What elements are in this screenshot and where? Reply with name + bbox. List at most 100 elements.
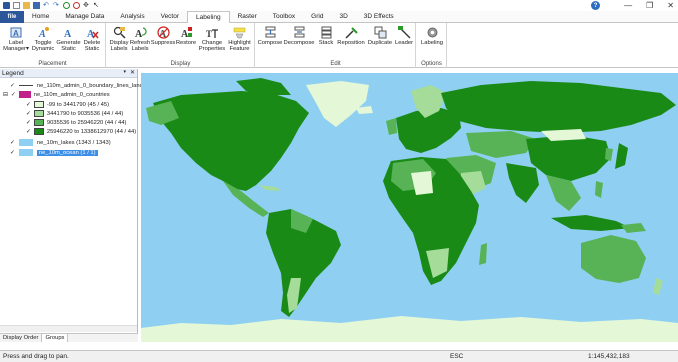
options-group: Labeling Options (417, 23, 447, 68)
restore-button-ribbon[interactable]: A Restore (175, 25, 197, 46)
layer-visible-icon[interactable]: ✓ (10, 83, 15, 89)
edit-group-label: Edit (330, 61, 341, 67)
undo-icon[interactable]: ↶ (43, 2, 50, 9)
world-map[interactable] (141, 73, 678, 342)
display-labels-button[interactable]: Display Labels (108, 25, 130, 53)
layer-row[interactable]: ✓ ne_10m_lakes (1343 / 1343) (10, 138, 111, 147)
legend-panel: Legend ▾ ✕ ✓ ne_110m_admin_0_boundary_li… (0, 69, 146, 342)
refresh-labels-button[interactable]: A Refresh Labels (129, 25, 151, 53)
decompose-button[interactable]: Decompose (283, 25, 315, 46)
class-row[interactable]: ✓ 25946220 to 1338612970 (44 / 44) (26, 127, 136, 136)
compose-button[interactable]: Compose (256, 25, 284, 46)
zoom-out-icon[interactable] (73, 2, 80, 9)
tab-groups[interactable]: Groups (42, 334, 69, 342)
class-swatch (33, 101, 44, 108)
class-visible-icon[interactable]: ✓ (26, 111, 31, 117)
change-properties-button[interactable]: T Change Properties (198, 25, 226, 53)
display-group-label: Display (170, 61, 191, 67)
file-menu-button[interactable]: file (0, 11, 24, 23)
generate-static-label-2: Static (61, 46, 76, 53)
class-row[interactable]: ✓ 3441790 to 9035536 (44 / 44) (26, 109, 123, 118)
tab-home[interactable]: Home (24, 11, 57, 22)
toggle-dynamic-icon: A (36, 25, 51, 39)
class-visible-icon[interactable]: ✓ (26, 120, 31, 126)
tab-display-order[interactable]: Display Order (0, 334, 43, 342)
layer-visible-icon[interactable]: ✓ (10, 150, 15, 156)
status-scale[interactable]: 1:145,432,183 (588, 353, 630, 360)
layer-visible-icon[interactable]: ✓ (10, 140, 15, 146)
leader-icon (397, 25, 412, 39)
tab-manage-data[interactable]: Manage Data (57, 11, 112, 22)
tab-grid[interactable]: Grid (303, 11, 331, 22)
class-visible-icon[interactable]: ✓ (26, 102, 31, 108)
tab-vector[interactable]: Vector (153, 11, 187, 22)
close-button[interactable]: ✕ (667, 1, 674, 10)
duplicate-button[interactable]: Duplicate (366, 25, 394, 46)
class-visible-icon[interactable]: ✓ (26, 129, 31, 135)
new-icon[interactable] (13, 2, 20, 9)
leader-button[interactable]: Leader (393, 25, 415, 46)
tab-raster[interactable]: Raster (230, 11, 265, 22)
edit-group: Compose Decompose Stack Reposition Dupli… (256, 23, 416, 68)
open-icon[interactable] (23, 2, 30, 9)
highlight-feature-button[interactable]: Highlight Feature (226, 25, 253, 53)
tab-3d-effects[interactable]: 3D Effects (356, 11, 402, 22)
restore-label-1: Restore (175, 40, 197, 46)
layer-row[interactable]: ✓ ne_10m_ocean (1 / 1) (10, 148, 98, 157)
svg-text:A: A (64, 29, 72, 39)
legend-close-icon[interactable]: ✕ (130, 69, 135, 76)
layer-row[interactable]: ⊟ ✓ ne_110m_admin_0_countries (3, 90, 110, 99)
display-group: Display Labels A Refresh Labels A Suppre… (107, 23, 255, 68)
pan-icon[interactable]: ✥ (83, 2, 90, 9)
tab-analysis[interactable]: Analysis (112, 11, 152, 22)
class-row[interactable]: ✓ -99 to 3441790 (45 / 45) (26, 100, 109, 109)
layer-row[interactable]: ✓ ne_110m_admin_0_boundary_lines_land ( (10, 81, 146, 90)
leader-label-1: Leader (394, 40, 414, 46)
collapse-icon[interactable]: ⊟ (3, 92, 8, 98)
class-row[interactable]: ✓ 9035536 to 25946220 (44 / 44) (26, 118, 126, 127)
suppress-button[interactable]: A Suppress (151, 25, 175, 46)
layer-visible-icon[interactable]: ✓ (11, 92, 16, 98)
refresh-labels-label-2: Labels (131, 46, 149, 53)
placement-group: A Label Manager▾ A Toggle Dynamic A Gene… (0, 23, 106, 68)
line-layer-icon (18, 85, 33, 86)
reposition-button[interactable]: Reposition (335, 25, 367, 46)
labeling-options-button[interactable]: Labeling (418, 25, 446, 46)
label-manager-button[interactable]: A Label Manager▾ (3, 25, 29, 53)
legend-horizontal-scrollbar[interactable] (0, 325, 137, 332)
map-view[interactable] (141, 73, 678, 342)
save-icon[interactable] (33, 2, 40, 9)
class-range: -99 to 3441790 (45 / 45) (46, 101, 110, 108)
label-manager-label-2: Manager▾ (3, 46, 29, 53)
app-icon[interactable] (3, 2, 10, 9)
pin-icon[interactable]: ▾ (123, 69, 126, 76)
display-labels-icon (112, 25, 127, 39)
help-icon[interactable]: ? (591, 1, 601, 10)
svg-text:A: A (38, 29, 46, 39)
reposition-label-1: Reposition (337, 40, 365, 46)
class-swatch (33, 119, 44, 126)
layer-name: ne_110m_admin_0_boundary_lines_land ( (36, 82, 147, 89)
status-message: Press and drag to pan. (3, 353, 69, 360)
select-icon[interactable]: ↖ (93, 2, 100, 9)
restore-button[interactable]: ❐ (646, 1, 653, 10)
refresh-labels-icon: A (133, 25, 148, 39)
generate-static-button[interactable]: A Generate Static (56, 25, 81, 53)
tab-toolbox[interactable]: Toolbox (265, 11, 303, 22)
compose-label-1: Compose (257, 40, 283, 46)
redo-icon[interactable]: ↷ (53, 2, 60, 9)
class-swatch (33, 110, 44, 117)
change-properties-label-2: Properties (198, 46, 226, 53)
zoom-in-icon[interactable] (63, 2, 70, 9)
legend-title-bar: Legend ▾ ✕ (0, 69, 137, 78)
ribbon-tabs: file Home Manage Data Analysis Vector La… (0, 11, 678, 24)
ribbon: A Label Manager▾ A Toggle Dynamic A Gene… (0, 23, 678, 68)
minimize-button[interactable]: — (624, 1, 632, 10)
restore-icon: A (179, 25, 194, 39)
tab-3d[interactable]: 3D (331, 11, 355, 22)
delete-static-button[interactable]: A Delete Static (81, 25, 103, 53)
stack-button[interactable]: Stack (315, 25, 337, 46)
status-bar: Press and drag to pan. ESC 1:145,432,183 (0, 350, 678, 362)
duplicate-label-1: Duplicate (367, 40, 393, 46)
toggle-dynamic-button[interactable]: A Toggle Dynamic (31, 25, 55, 53)
